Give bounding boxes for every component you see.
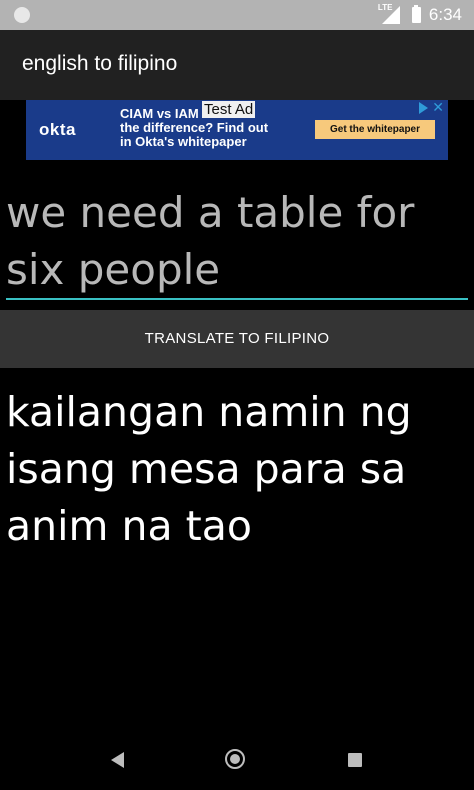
ad-cta-button[interactable]: Get the whitepaper: [315, 120, 435, 139]
ad-headline-line-3: in Okta's whitepaper: [120, 134, 247, 149]
app-bar: english to filipino: [0, 30, 474, 100]
battery-icon: [411, 5, 421, 23]
status-icons: LTE 6:34: [378, 0, 462, 30]
ad-banner[interactable]: okta CIAM vs IAM the difference? Find ou…: [26, 100, 448, 160]
ad-headline-line-2: the difference? Find out: [120, 120, 269, 135]
english-input-text[interactable]: we need a table for six people: [6, 184, 468, 298]
recents-icon[interactable]: [348, 753, 362, 767]
network-type-label: LTE: [377, 3, 393, 12]
translation-output: kailangan namin ng isang mesa para sa an…: [6, 388, 412, 550]
input-underline: [6, 298, 468, 300]
translate-button[interactable]: TRANSLATE TO FILIPINO: [0, 310, 474, 368]
status-time: 6:34: [428, 5, 462, 24]
home-icon[interactable]: [225, 749, 245, 769]
back-icon[interactable]: [111, 752, 124, 768]
english-input-field[interactable]: we need a table for six people: [6, 184, 468, 298]
ad-test-label: Test Ad: [202, 101, 256, 118]
ad-logo: okta: [39, 120, 76, 139]
ad-close-icon[interactable]: ✕: [432, 100, 444, 116]
app-title: english to filipino: [22, 52, 178, 75]
status-bar: LTE 6:34: [0, 0, 474, 30]
navigation-bar: [0, 730, 474, 790]
notification-dot-icon: [14, 7, 30, 23]
signal-icon: LTE: [377, 3, 400, 24]
ad-choices-icon[interactable]: [419, 102, 428, 114]
